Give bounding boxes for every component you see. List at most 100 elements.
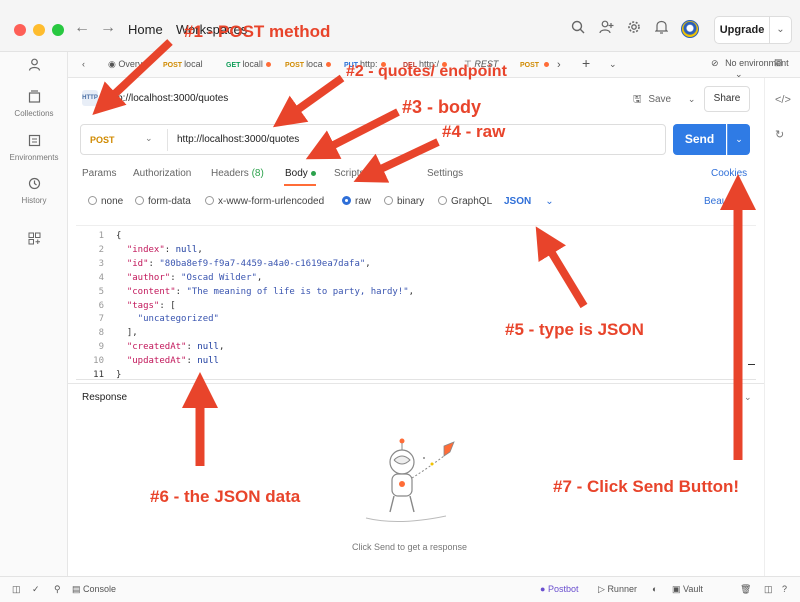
code-line[interactable]: 3 "id": "80ba8ef9-f9a7-4459-a4a0-c1619ea… <box>76 257 371 271</box>
back-arrow-icon[interactable]: ← <box>74 19 90 37</box>
code-text: "updatedAt": null <box>126 356 219 367</box>
send-button[interactable]: Send <box>673 124 726 155</box>
active-tab-indicator <box>284 184 316 186</box>
home-link[interactable]: Home <box>128 22 163 37</box>
toggle-sidebar-icon[interactable]: ◫ <box>12 584 21 595</box>
tab-scripts[interactable]: Scripts <box>334 168 365 179</box>
code-text: } <box>116 370 122 380</box>
tab-settings[interactable]: Settings <box>427 168 463 179</box>
no-environment-icon: ⊘ <box>711 58 719 68</box>
body-format-select[interactable]: JSON ⌄ <box>504 196 554 207</box>
trash-icon[interactable]: 🗑 <box>740 584 751 595</box>
line-number: 8 <box>98 328 104 339</box>
tab-authorization[interactable]: Authorization <box>133 168 191 179</box>
start-proxy-icon[interactable]: ◐ <box>652 584 657 594</box>
console-button[interactable]: ▤ Console <box>72 584 116 595</box>
share-button[interactable]: Share <box>704 86 750 112</box>
body-type-urlencoded[interactable]: x-www-form-urlencoded <box>205 196 324 207</box>
code-snippet-icon[interactable]: </> <box>775 94 791 106</box>
arrow-endpoint <box>272 74 345 128</box>
minimize-window-button[interactable] <box>33 24 45 36</box>
code-line[interactable]: 5 "content": "The meaning of life is to … <box>76 285 414 299</box>
zoom-window-button[interactable] <box>52 24 64 36</box>
tab-get-local[interactable]: GET locall <box>226 59 271 69</box>
bell-icon[interactable] <box>654 20 669 38</box>
code-line[interactable]: 8 ], <box>76 326 138 340</box>
tab-headers[interactable]: Headers (8) <box>211 168 264 179</box>
upgrade-button[interactable]: Upgrade <box>714 16 770 44</box>
sidebar-item-account[interactable] <box>0 58 68 74</box>
request-title[interactable]: http://localhost:3000/quotes <box>106 93 228 104</box>
method-selector[interactable]: POST <box>90 135 115 145</box>
code-line[interactable]: 4 "author": "Oscad Wilder", <box>76 271 263 285</box>
radio-label: none <box>101 196 124 207</box>
save-button[interactable]: 🖫 Save ⌄ <box>633 92 695 109</box>
help-icon[interactable]: ? <box>782 584 787 594</box>
tab-post[interactable]: POST <box>520 59 550 69</box>
chevron-down-icon[interactable]: ⌄ <box>688 94 696 104</box>
environment-quick-look-icon[interactable]: ▤ <box>774 57 783 68</box>
tab-body[interactable]: Body <box>285 168 316 179</box>
response-heading[interactable]: Response <box>82 392 127 403</box>
code-text: "tags": [ <box>126 300 176 311</box>
annotation-send-button: #7 - Click Send Button! <box>553 477 740 496</box>
find-replace-icon[interactable]: ⚲ <box>54 584 61 595</box>
related-collections-icon[interactable]: ↻ <box>775 128 784 141</box>
gear-icon[interactable] <box>627 20 641 38</box>
vault-label: Vault <box>683 584 703 594</box>
body-editor[interactable]: 1{2 "index": null, 3 "id": "80ba8ef9-f9a7… <box>76 225 756 380</box>
runner-button[interactable]: ▷ Runner <box>598 584 637 595</box>
send-options-chevron-icon[interactable]: ⌄ <box>727 124 750 155</box>
code-line[interactable]: 10 "updatedAt": null <box>76 354 219 368</box>
code-line[interactable]: 7 "uncategorized" <box>76 312 219 326</box>
tab-post-local[interactable]: POST local <box>163 59 203 69</box>
tabs-scroll-left-icon[interactable]: ‹ <box>82 59 85 69</box>
vault-button[interactable]: ▣ Vault <box>672 584 703 595</box>
body-type-binary[interactable]: binary <box>384 196 424 207</box>
annotation-json-data: #6 - the JSON data <box>150 487 301 506</box>
url-input[interactable]: http://localhost:3000/quotes <box>177 134 299 145</box>
tabs-scroll-right-icon[interactable]: › <box>557 59 561 71</box>
body-type-none[interactable]: none <box>88 196 123 207</box>
code-line[interactable]: 11} <box>76 368 121 382</box>
cookies-link[interactable]: Cookies <box>711 168 747 179</box>
code-text: "id": "80ba8ef9-f9a7-4459-a4a0-c1619ea7d… <box>126 258 371 269</box>
body-type-graphql[interactable]: GraphQL <box>438 196 492 207</box>
chevron-down-icon: ⌄ <box>545 196 554 207</box>
search-icon[interactable] <box>571 20 585 38</box>
forward-arrow-icon[interactable]: → <box>100 19 116 37</box>
code-line[interactable]: 2 "index": null, <box>76 243 203 257</box>
sidebar-item-history[interactable]: History <box>0 177 68 205</box>
code-line[interactable]: 1{ <box>76 229 122 243</box>
code-line[interactable]: 9 "createdAt": null, <box>76 340 225 354</box>
body-type-raw[interactable]: raw <box>342 196 371 207</box>
chevron-down-icon[interactable]: ⌄ <box>744 392 752 403</box>
sidebar-item-environments[interactable]: Environments <box>0 134 68 162</box>
chevron-down-icon[interactable]: ⌄ <box>145 133 153 144</box>
layout-icon[interactable]: ◫ <box>764 584 773 595</box>
sidebar-item-label: History <box>21 196 47 205</box>
invite-user-icon[interactable] <box>599 20 614 38</box>
tab-post-loca[interactable]: POST loca <box>285 59 331 69</box>
radio-label: binary <box>397 196 425 207</box>
code-line[interactable]: 6 "tags": [ <box>76 299 176 313</box>
tabs-menu-chevron-icon[interactable]: ⌄ <box>609 59 617 70</box>
sidebar-item-collections[interactable]: Collections <box>0 90 68 118</box>
save-label: Save <box>648 94 672 105</box>
new-tab-icon[interactable]: + <box>582 55 590 71</box>
console-label: Console <box>83 584 117 594</box>
annotation-endpoint: #2 - quotes/ endpoint <box>346 63 507 80</box>
close-window-button[interactable] <box>14 24 26 36</box>
headers-count: (8) <box>251 168 264 179</box>
postbot-button[interactable]: ● Postbot <box>540 584 578 594</box>
avatar[interactable] <box>681 20 699 38</box>
chevron-down-icon[interactable]: ⌄ <box>770 16 792 44</box>
beautify-link[interactable]: Beautify <box>704 196 740 207</box>
environment-selector[interactable]: ⊘ No environment ⌄ <box>711 58 800 80</box>
body-type-form-data[interactable]: form-data <box>135 196 191 207</box>
sidebar-item-apps[interactable] <box>0 232 68 248</box>
editor-scrollbar[interactable] <box>748 364 755 365</box>
tab-params[interactable]: Params <box>82 168 116 179</box>
tab-overview[interactable]: ◉ Overv <box>108 59 142 70</box>
online-status-icon[interactable]: ✓ <box>32 584 40 595</box>
